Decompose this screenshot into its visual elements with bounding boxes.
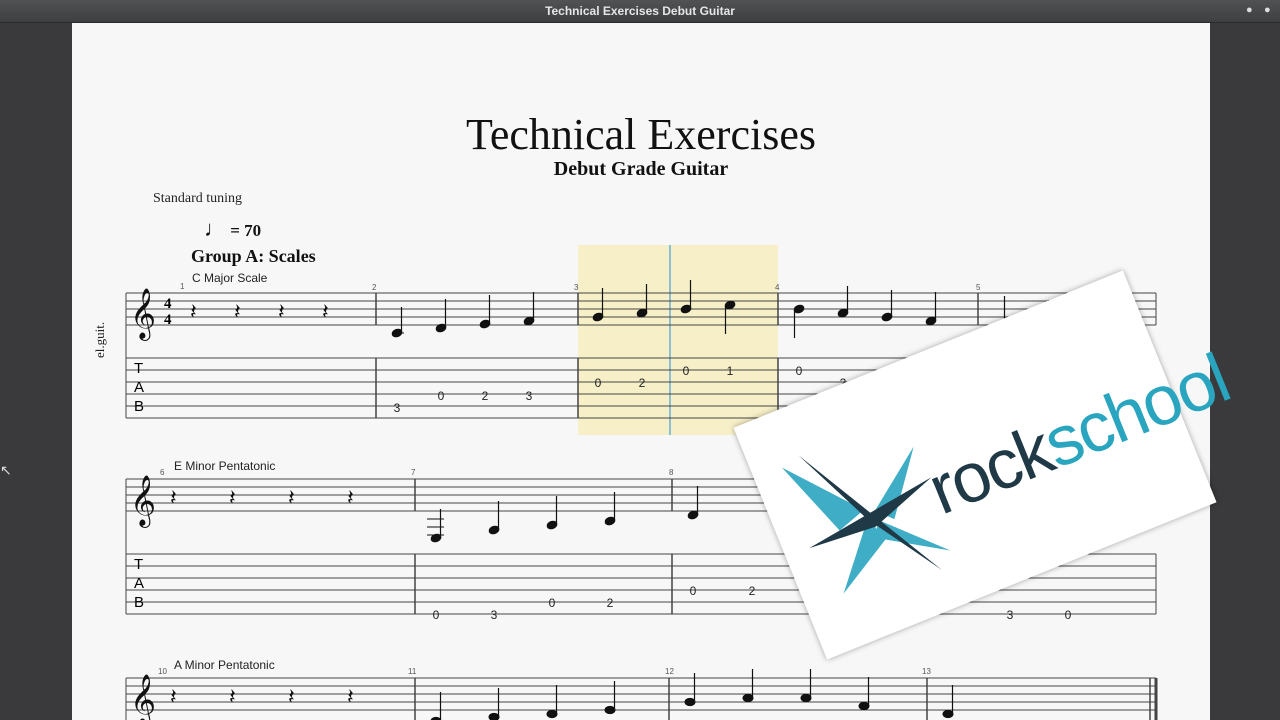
- window-title: Technical Exercises Debut Guitar: [545, 4, 735, 18]
- note-head: [742, 693, 754, 703]
- bar-number: 10: [158, 667, 167, 676]
- tab-number: 0: [549, 596, 556, 610]
- tab-clef-a: A: [134, 575, 144, 592]
- tab-number: 3: [526, 389, 533, 403]
- bar-number: 8: [669, 468, 674, 477]
- bar-number: 12: [665, 667, 674, 676]
- tab-clef-t: T: [134, 556, 143, 573]
- treble-clef-icon: 𝄞: [130, 475, 156, 528]
- window-titlebar: Technical Exercises Debut Guitar ● ●: [0, 0, 1280, 23]
- quarter-rest-icon: 𝄽: [229, 486, 236, 511]
- treble-clef-icon: 𝄞: [130, 288, 156, 341]
- note-head: [604, 705, 616, 715]
- bar-number: 7: [411, 468, 416, 477]
- bar-number: 6: [160, 468, 165, 477]
- note-head: [684, 697, 696, 707]
- tab-number: 0: [796, 364, 803, 378]
- tab-number: 0: [690, 584, 697, 598]
- system-3: 𝄞 A Minor Pentatonic 10 11 12 13 𝄽 𝄽 𝄽 𝄽: [125, 658, 1158, 720]
- quarter-rest-icon: 𝄽: [170, 486, 177, 511]
- tab-number: 0: [1065, 608, 1072, 622]
- quarter-rest-icon: 𝄽: [347, 685, 354, 710]
- tab-number: 0: [438, 389, 445, 403]
- section-label: E Minor Pentatonic: [174, 459, 275, 473]
- note-head: [488, 712, 500, 720]
- tab-number: 0: [683, 364, 690, 378]
- tab-clef-b: B: [134, 594, 144, 611]
- quarter-rest-icon: 𝄽: [170, 685, 177, 710]
- bar-number: 11: [408, 667, 417, 676]
- quarter-rest-icon: 𝄽: [322, 300, 329, 325]
- quarter-rest-icon: 𝄽: [229, 685, 236, 710]
- note-head: [546, 709, 558, 719]
- treble-clef-icon: 𝄞: [130, 674, 156, 720]
- tab-number: 3: [491, 608, 498, 622]
- quarter-rest-icon: 𝄽: [288, 486, 295, 511]
- section-label: C Major Scale: [192, 271, 268, 285]
- time-signature-top: 4: [164, 296, 172, 312]
- tab-clef-b: B: [134, 398, 144, 415]
- tab-number: 2: [607, 596, 614, 610]
- quarter-rest-icon: 𝄽: [288, 685, 295, 710]
- left-pane: [0, 23, 72, 720]
- tab-number: 3: [394, 401, 401, 415]
- section-label: A Minor Pentatonic: [174, 658, 275, 672]
- bar-number: 2: [372, 283, 377, 292]
- tab-number: 2: [749, 584, 756, 598]
- bar-number: 4: [775, 283, 780, 292]
- window-control-icon[interactable]: ●: [1264, 4, 1271, 16]
- quarter-rest-icon: 𝄽: [347, 486, 354, 511]
- time-signature-bottom: 4: [164, 312, 172, 328]
- note-head: [800, 693, 812, 703]
- bar-number: 1: [180, 282, 185, 291]
- mouse-cursor-icon: ↖: [0, 462, 12, 478]
- bar-number: 13: [922, 667, 931, 676]
- quarter-rest-icon: 𝄽: [234, 300, 241, 325]
- window-control-icon[interactable]: ●: [1246, 4, 1253, 16]
- bar-number: 3: [574, 283, 579, 292]
- bar-number: 5: [976, 283, 981, 292]
- tab-number: 0: [433, 608, 440, 622]
- quarter-rest-icon: 𝄽: [190, 300, 197, 325]
- tab-clef-a: A: [134, 379, 144, 396]
- tab-number: 2: [639, 376, 646, 390]
- tab-number: 1: [727, 364, 734, 378]
- tab-number: 0: [595, 376, 602, 390]
- tab-clef-t: T: [134, 360, 143, 377]
- note-head: [858, 701, 870, 711]
- note-head: [942, 709, 954, 719]
- tab-number: 2: [482, 389, 489, 403]
- quarter-rest-icon: 𝄽: [278, 300, 285, 325]
- tab-number: 3: [1007, 608, 1014, 622]
